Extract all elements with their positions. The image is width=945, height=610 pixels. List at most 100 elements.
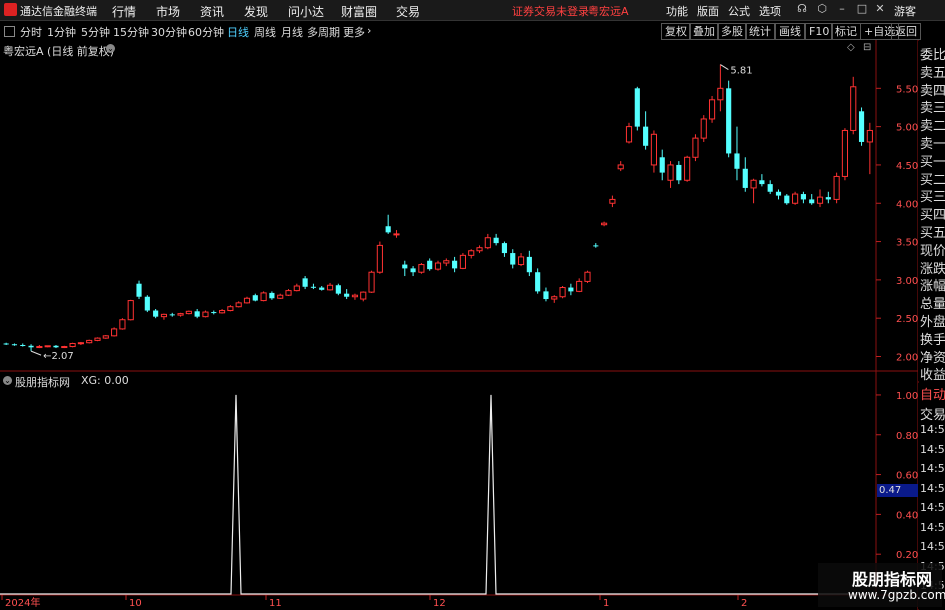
btn-f10[interactable]: F10 [805, 23, 834, 40]
period-timeshare[interactable]: 分时 [20, 24, 42, 40]
period-15min[interactable]: 15分钟 [113, 24, 149, 40]
menu-layout[interactable]: 版面 [697, 3, 719, 19]
candle-body [402, 264, 408, 269]
menu-discover[interactable]: 发现 [244, 3, 268, 20]
menu-formula[interactable]: 公式 [728, 3, 750, 19]
period-1min[interactable]: 1分钟 [47, 24, 76, 40]
candle-body [468, 250, 475, 256]
candle-body [177, 313, 184, 316]
candle-body [335, 285, 341, 294]
candle-body [568, 287, 574, 292]
quote-field-label: 换手 [920, 332, 945, 348]
period-monthly[interactable]: 月线 [281, 24, 303, 40]
period-more[interactable]: 更多 [343, 24, 365, 40]
indicator-title[interactable]: 股朋指标网 [15, 374, 70, 390]
candle-body [484, 237, 491, 249]
btn-adjust[interactable]: 复权 [661, 23, 691, 40]
indicator-tick-label: 0.60 [896, 471, 918, 482]
btn-back[interactable]: 返回 [891, 23, 921, 40]
period-30min[interactable]: 30分钟 [151, 24, 187, 40]
btn-stats[interactable]: 统计 [745, 23, 775, 40]
price-tick-label: 2.00 [896, 353, 918, 364]
quote-field-label: 卖一 [920, 137, 945, 152]
btn-mark[interactable]: 标记 [831, 23, 861, 40]
maximize-icon[interactable]: □ [855, 2, 869, 16]
candle-body [551, 296, 558, 300]
close-icon[interactable]: ✕ [873, 2, 887, 16]
candle-body [650, 133, 657, 166]
login-status[interactable]: 证券交易未登录 [512, 3, 589, 19]
candle-body [326, 284, 334, 291]
period-5min[interactable]: 5分钟 [81, 24, 110, 40]
menu-quotes[interactable]: 行情 [112, 3, 136, 20]
app-title: 通达信金融终端 [20, 5, 97, 18]
x-tick-label: 2024年 [5, 596, 40, 609]
menu-market[interactable]: 市场 [156, 3, 180, 20]
candle-body [866, 129, 873, 143]
menu-assistant[interactable]: 问小达 [288, 3, 324, 20]
candle-body [792, 193, 799, 204]
period-weekly[interactable]: 周线 [254, 24, 276, 40]
chevron-right-icon[interactable]: › [367, 24, 371, 37]
btn-draw[interactable]: 画线 [775, 23, 805, 40]
indicator-tick-label: 0.40 [896, 510, 918, 521]
candle-body [559, 287, 566, 298]
quote-field-label: 涨跌 [920, 261, 945, 277]
price-tick-label: 2.50 [896, 314, 918, 325]
candle-body [418, 264, 425, 273]
quote-field-label: 收益 [920, 368, 945, 384]
chevron-down-icon[interactable]: ⌄ [106, 44, 115, 53]
hexagon-icon[interactable]: ⬡ [815, 2, 829, 16]
collapse-icon[interactable]: ⊟ [863, 42, 871, 53]
candle-body [667, 164, 674, 181]
trade-label[interactable]: 自动 [920, 384, 945, 403]
candle-body [700, 118, 707, 139]
candle-body [235, 302, 242, 308]
menu-wealth-circle[interactable]: 财富圈 [341, 3, 377, 20]
candle-body [750, 179, 757, 189]
menu-options[interactable]: 选项 [759, 3, 781, 19]
diamond-icon[interactable]: ◇ [847, 42, 855, 53]
candle-body [775, 191, 782, 196]
candle-body [759, 180, 765, 185]
candle-body [360, 291, 367, 300]
quote-field-label: 卖二 [920, 119, 945, 135]
headset-icon[interactable]: ☊ [795, 2, 809, 16]
btn-overlay[interactable]: 叠加 [689, 23, 719, 40]
user-guest[interactable]: 游客 [894, 3, 916, 19]
period-bar: 分时 1分钟 5分钟 15分钟 30分钟 60分钟 日线 周线 月线 多周期 更… [0, 21, 945, 41]
quote-field-label: 卖四 [920, 83, 945, 99]
candle-body [734, 153, 740, 169]
period-60min[interactable]: 60分钟 [188, 24, 224, 40]
candle-body [517, 256, 525, 266]
grid-icon[interactable] [4, 26, 15, 37]
candle-body [535, 272, 541, 292]
candle-body [493, 237, 499, 244]
candle-body [111, 328, 118, 337]
candle-body [153, 310, 159, 317]
menu-function[interactable]: 功能 [666, 3, 688, 19]
quote-field-label: 买一 [920, 154, 945, 170]
btn-multistock[interactable]: 多股 [717, 23, 747, 40]
quote-field-label: 净资 [920, 350, 945, 366]
candle-body [601, 222, 608, 226]
minimize-icon[interactable]: – [835, 2, 849, 16]
period-multi[interactable]: 多周期 [307, 24, 340, 40]
indicator-menu-icon[interactable]: ⌄ [3, 376, 12, 385]
tick-time: 14:56 [920, 520, 945, 534]
candle-body [742, 168, 748, 188]
quote-field-label: 买二 [920, 172, 945, 188]
candle-body [593, 245, 599, 247]
main-chart-title[interactable]: 粤宏远A (日线 前复权) [3, 43, 114, 59]
quote-field-label: 委比 [920, 48, 945, 63]
watermark-url: www.7gpzb.com [848, 588, 945, 602]
candle-body [385, 226, 391, 233]
menu-trade[interactable]: 交易 [396, 3, 420, 20]
candle-body [476, 247, 483, 252]
candle-body [543, 291, 549, 300]
menu-news[interactable]: 资讯 [200, 3, 224, 20]
period-daily[interactable]: 日线 [227, 24, 249, 40]
max-price-label: 5.81 [730, 66, 752, 77]
chart-area[interactable]: 2.00 2.50 3.00 3.50 4.00 4.50 5.00 5.50 0.20 0.4… [0, 40, 945, 610]
candle-body [659, 157, 665, 173]
